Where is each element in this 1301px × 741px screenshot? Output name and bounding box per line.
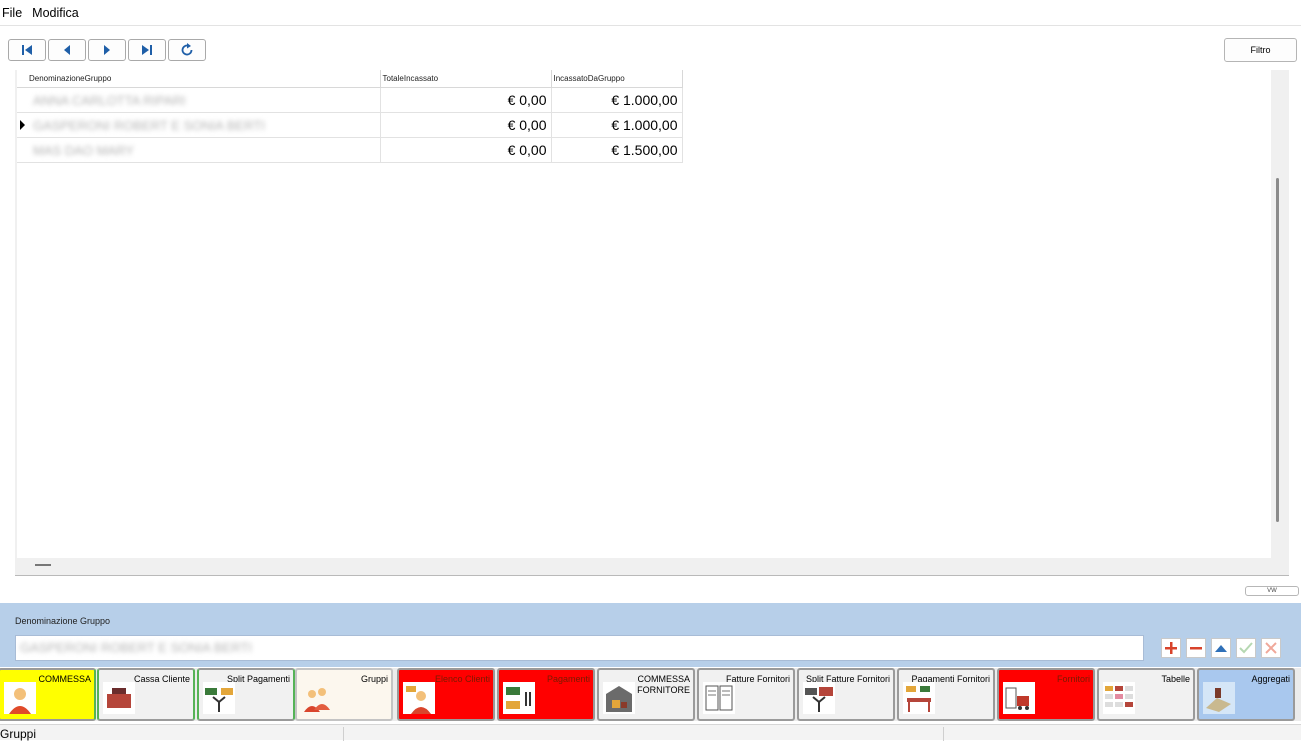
view-button[interactable]: VW bbox=[1245, 586, 1299, 596]
aggregate-icon bbox=[1203, 682, 1235, 714]
cell-incassato[interactable]: € 1.500,00 bbox=[551, 137, 683, 163]
filter-button[interactable]: Filtro bbox=[1224, 38, 1297, 62]
column-header-incassato[interactable]: IncassatoDaGruppo bbox=[551, 70, 683, 88]
tab-label: Split Pagamenti bbox=[226, 674, 290, 684]
clients-icon bbox=[403, 682, 435, 714]
status-bar: Gruppi bbox=[0, 724, 1301, 741]
refresh-icon bbox=[181, 43, 193, 56]
remove-button[interactable] bbox=[1186, 638, 1206, 658]
group-name: GASPERONI ROBERT E SONIA BERTI bbox=[33, 117, 265, 133]
groups-table: DenominazioneGruppo TotaleIncassato Inca… bbox=[17, 70, 683, 163]
check-icon bbox=[1239, 642, 1253, 654]
cash-register-icon bbox=[103, 682, 135, 714]
close-icon bbox=[1265, 642, 1277, 654]
supplier-payment-icon bbox=[903, 682, 935, 714]
denominazione-label: Denominazione Gruppo bbox=[15, 616, 111, 626]
next-icon bbox=[104, 45, 110, 55]
cell-name[interactable]: MAS DAO MARY bbox=[17, 137, 381, 163]
vertical-scrollbar[interactable] bbox=[1276, 178, 1279, 522]
group-name: MAS DAO MARY bbox=[33, 142, 134, 158]
cell-incassato[interactable]: € 1.000,00 bbox=[551, 87, 683, 113]
tab-label: Fatture Fornitori bbox=[725, 674, 790, 684]
tab-label: Aggregati bbox=[1251, 674, 1290, 684]
table-row[interactable]: GASPERONI ROBERT E SONIA BERTI € 0,00 € … bbox=[17, 112, 683, 138]
tab-split-fatture-fornitori[interactable]: Split Fatture Fornitori bbox=[797, 668, 895, 721]
triangle-up-icon bbox=[1215, 645, 1227, 652]
plus-icon bbox=[1165, 642, 1177, 654]
split-invoice-icon bbox=[803, 682, 835, 714]
move-up-button[interactable] bbox=[1211, 638, 1231, 658]
tab-split-pagamenti[interactable]: Split Pagamenti bbox=[197, 668, 295, 721]
refresh-button[interactable] bbox=[168, 39, 206, 61]
cell-totale[interactable]: € 0,00 bbox=[380, 137, 552, 163]
cell-incassato[interactable]: € 1.000,00 bbox=[551, 112, 683, 138]
table-row[interactable]: ANNA CARLOTTA RIPARI € 0,00 € 1.000,00 bbox=[17, 87, 683, 113]
tab-label: Cassa Cliente bbox=[133, 674, 190, 684]
tab-label: Fornitori bbox=[1056, 674, 1090, 684]
first-record-icon bbox=[22, 45, 32, 55]
tab-label: Pagamenti bbox=[546, 674, 590, 684]
tab-elenco-clienti[interactable]: Elenco Clienti bbox=[397, 668, 495, 721]
tab-aggregati[interactable]: Aggregati bbox=[1197, 668, 1295, 721]
denominazione-value: GASPERONI ROBERT E SONIA BERTI bbox=[20, 640, 252, 655]
last-record-button[interactable] bbox=[128, 39, 166, 61]
column-header-denominazione[interactable]: DenominazioneGruppo bbox=[17, 70, 381, 88]
add-button[interactable] bbox=[1161, 638, 1181, 658]
current-row-indicator-icon bbox=[20, 119, 25, 130]
navigation-toolbar: Filtro bbox=[0, 30, 1301, 70]
previous-record-button[interactable] bbox=[48, 39, 86, 61]
tab-fornitori[interactable]: Fornitori bbox=[997, 668, 1095, 721]
tab-fatture-fornitori[interactable]: Fatture Fornitori bbox=[697, 668, 795, 721]
minus-icon bbox=[1190, 647, 1202, 650]
data-grid: DenominazioneGruppo TotaleIncassato Inca… bbox=[15, 70, 1289, 576]
split-payment-icon bbox=[203, 682, 235, 714]
tab-label: Elenco Clienti bbox=[434, 674, 490, 684]
warehouse-icon bbox=[603, 682, 635, 714]
cell-totale[interactable]: € 0,00 bbox=[380, 87, 552, 113]
edit-panel: Denominazione Gruppo GASPERONI ROBERT E … bbox=[0, 603, 1301, 667]
menu-modifica[interactable]: Modifica bbox=[28, 0, 85, 26]
group-icon bbox=[301, 682, 333, 714]
module-tab-bar: COMMESSA Cassa Cliente Split Pagamenti G… bbox=[0, 668, 1301, 721]
cell-name[interactable]: ANNA CARLOTTA RIPARI bbox=[17, 87, 381, 113]
tab-label: Tabelle bbox=[1161, 674, 1190, 684]
confirm-button[interactable] bbox=[1236, 638, 1256, 658]
cell-name[interactable]: GASPERONI ROBERT E SONIA BERTI bbox=[17, 112, 381, 138]
truck-icon bbox=[1003, 682, 1035, 714]
grid-area: DenominazioneGruppo TotaleIncassato Inca… bbox=[17, 70, 1271, 558]
first-record-button[interactable] bbox=[8, 39, 46, 61]
tab-commessa-fornitore[interactable]: COMMESSA FORNITORE bbox=[597, 668, 695, 721]
group-name: ANNA CARLOTTA RIPARI bbox=[33, 92, 186, 108]
status-divider bbox=[943, 727, 944, 741]
next-record-button[interactable] bbox=[88, 39, 126, 61]
tab-tabelle[interactable]: Tabelle bbox=[1097, 668, 1195, 721]
tab-label: Gruppi bbox=[360, 674, 388, 684]
tab-gruppi[interactable]: Gruppi bbox=[295, 668, 393, 721]
tab-commessa[interactable]: COMMESSA bbox=[0, 668, 96, 721]
status-divider bbox=[343, 727, 344, 741]
horizontal-scrollbar[interactable] bbox=[35, 564, 51, 566]
last-record-icon bbox=[142, 45, 152, 55]
cancel-button[interactable] bbox=[1261, 638, 1281, 658]
tab-pagamenti-fornitori[interactable]: Pagamenti Fornitori bbox=[897, 668, 995, 721]
table-row[interactable]: MAS DAO MARY € 0,00 € 1.500,00 bbox=[17, 137, 683, 163]
menu-bar: File Modifica bbox=[0, 0, 1301, 26]
table-icon bbox=[1103, 682, 1135, 714]
payments-icon bbox=[503, 682, 535, 714]
tab-label: COMMESSA bbox=[38, 674, 91, 684]
status-text: Gruppi bbox=[0, 727, 37, 741]
tab-pagamenti[interactable]: Pagamenti bbox=[497, 668, 595, 721]
person-icon bbox=[4, 682, 36, 714]
previous-icon bbox=[64, 45, 70, 55]
menu-file[interactable]: File bbox=[0, 0, 28, 26]
cell-totale[interactable]: € 0,00 bbox=[380, 112, 552, 138]
invoice-icon bbox=[703, 682, 735, 714]
column-header-totale[interactable]: TotaleIncassato bbox=[380, 70, 552, 88]
tab-cassa-cliente[interactable]: Cassa Cliente bbox=[97, 668, 195, 721]
denominazione-field[interactable]: GASPERONI ROBERT E SONIA BERTI bbox=[15, 635, 1144, 661]
